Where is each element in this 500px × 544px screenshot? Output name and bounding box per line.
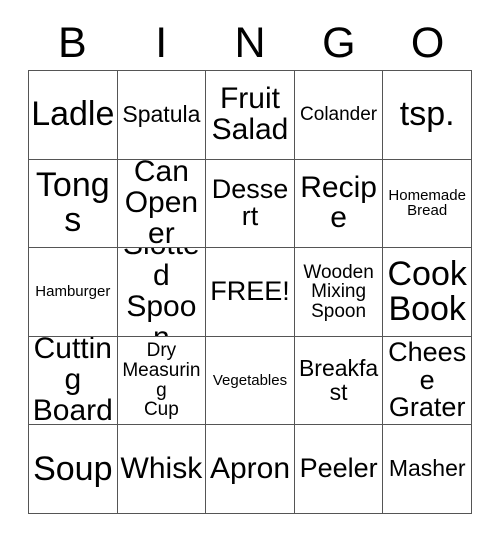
bingo-cell[interactable]: Cheese Grater <box>383 336 472 426</box>
bingo-cell[interactable]: Slotted Spoon <box>117 248 207 337</box>
bingo-cell-label: Tongs <box>35 166 110 240</box>
bingo-cell[interactable]: Can Opener <box>117 159 207 249</box>
bingo-cell-label: Whisk <box>120 451 203 485</box>
bingo-cell[interactable]: Fruit Salad <box>206 71 295 160</box>
bingo-cell-label: FREE! <box>210 276 290 307</box>
bingo-grid: Ladle Spatula Fruit Salad Colander tsp. … <box>28 70 472 514</box>
bingo-cell-label: Cook Book <box>387 254 467 328</box>
bingo-cell[interactable]: Whisk <box>117 425 207 514</box>
bingo-cell[interactable]: Peeler <box>294 425 384 514</box>
bingo-cell-label: tsp. <box>399 95 455 134</box>
bingo-cell[interactable]: Vegetables <box>206 336 295 426</box>
bingo-cell-label: Breakfast <box>298 354 379 405</box>
bingo-cell[interactable]: Soup <box>29 425 118 514</box>
bingo-cell-free-space[interactable]: FREE! <box>206 248 295 337</box>
bingo-cell-label: Colander <box>300 104 378 126</box>
bingo-cell[interactable]: Dessert <box>206 159 295 249</box>
bingo-header-row: B I N G O <box>28 16 472 70</box>
bingo-cell[interactable]: Colander <box>294 71 384 160</box>
bingo-header-letter-o: O <box>410 18 445 67</box>
bingo-cell[interactable]: Tongs <box>29 159 118 249</box>
bingo-cell[interactable]: Masher <box>383 425 472 514</box>
bingo-cell[interactable]: Dry Measuring Cup <box>117 336 207 426</box>
bingo-cell[interactable]: Cook Book <box>383 248 472 337</box>
bingo-cell-label: Soup <box>33 449 113 488</box>
bingo-header-letter-n: N <box>234 18 266 67</box>
bingo-cell-label: Dry Measuring Cup <box>122 340 201 421</box>
bingo-cell[interactable]: Breakfast <box>294 336 384 426</box>
bingo-cell-label: Can Opener <box>124 159 199 249</box>
bingo-cell-label: Cutting Board <box>32 336 113 426</box>
bingo-cell-label: Apron <box>209 451 291 485</box>
bingo-cell[interactable]: Recipe <box>294 159 384 249</box>
bingo-cell[interactable]: Spatula <box>117 71 207 160</box>
bingo-cell[interactable]: Ladle <box>29 71 118 160</box>
bingo-cell-label: Peeler <box>299 453 378 484</box>
bingo-cell-label: Ladle <box>31 95 115 134</box>
bingo-header-letter-b: B <box>58 18 87 67</box>
bingo-cell-label: Wooden Mixing Spoon <box>303 261 374 322</box>
bingo-cell-label: Slotted Spoon <box>123 248 200 336</box>
bingo-cell-label: Fruit Salad <box>211 81 289 146</box>
bingo-cell[interactable]: Apron <box>206 425 295 514</box>
bingo-cell-label: Recipe <box>300 170 377 235</box>
bingo-cell-label: Masher <box>388 455 466 482</box>
bingo-cell[interactable]: Homemade Bread <box>383 159 472 249</box>
bingo-cell[interactable]: Cutting Board <box>29 336 118 426</box>
bingo-cell[interactable]: Wooden Mixing Spoon <box>294 248 384 337</box>
bingo-cell-label: Vegetables <box>212 371 288 389</box>
bingo-cell-label: Hamburger <box>35 283 111 301</box>
bingo-cell-label: Cheese Grater <box>388 336 467 423</box>
bingo-header-letter-g: G <box>322 18 356 67</box>
bingo-header-letter-i: I <box>155 18 168 67</box>
bingo-cell-label: Spatula <box>122 100 201 127</box>
bingo-cell[interactable]: tsp. <box>383 71 472 160</box>
bingo-cell-label: Dessert <box>211 173 289 232</box>
bingo-card: B I N G O Ladle Spatula Fruit Salad Cola… <box>0 0 500 544</box>
bingo-cell-label: Homemade Bread <box>388 186 466 220</box>
bingo-cell[interactable]: Hamburger <box>29 248 118 337</box>
